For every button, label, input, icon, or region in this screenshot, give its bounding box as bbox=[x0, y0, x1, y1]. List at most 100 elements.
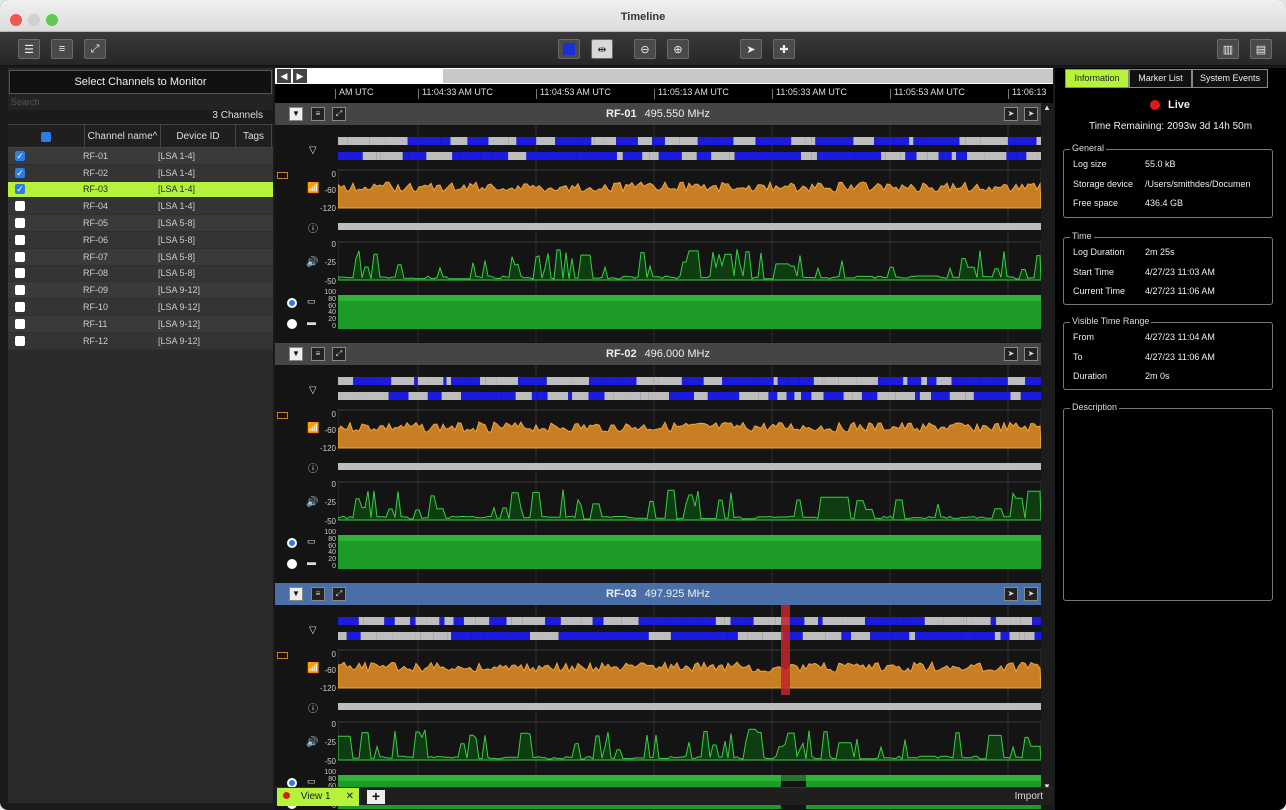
channel-header[interactable]: ▼ ≡ ⤢ RF-03 497.925 MHz ➤ ➤ bbox=[275, 583, 1041, 605]
rf-y-label: -60 bbox=[324, 426, 336, 435]
device-id: [LSA 1-4] bbox=[158, 167, 196, 178]
channel-checkbox[interactable] bbox=[15, 201, 25, 212]
info-key: From bbox=[1073, 332, 1094, 342]
layout-right-icon[interactable]: ▤ bbox=[1250, 39, 1272, 59]
carrier-segment bbox=[408, 152, 422, 160]
info-row: Duration 2m 0s bbox=[1073, 371, 1170, 381]
zoom-out-icon[interactable]: ⊖ bbox=[634, 39, 656, 59]
add-tab-button[interactable]: + bbox=[367, 789, 385, 804]
channel-list-icon[interactable]: ☰ bbox=[18, 39, 40, 59]
channel-row[interactable]: ✓ RF-03 [LSA 1-4] bbox=[8, 181, 273, 199]
channel-header[interactable]: ▼ ≡ ⤢ RF-02 496.000 MHz ➤ ➤ bbox=[275, 343, 1041, 365]
device-id: [LSA 1-4] bbox=[158, 150, 196, 161]
channel-checkbox[interactable] bbox=[15, 285, 25, 296]
tab-information[interactable]: Information bbox=[1065, 69, 1129, 88]
prev-marker-icon[interactable]: ➤ bbox=[1004, 347, 1018, 361]
fit-width-icon[interactable]: ⇹ bbox=[591, 39, 613, 59]
device-id: [LSA 5-8] bbox=[158, 268, 196, 279]
battery-radio-selected[interactable] bbox=[287, 298, 297, 308]
channel-checkbox[interactable] bbox=[15, 251, 25, 262]
channel-plot[interactable] bbox=[338, 365, 1041, 583]
scroll-thumb[interactable] bbox=[443, 69, 1053, 83]
channel-checkbox[interactable] bbox=[15, 218, 25, 229]
channel-row[interactable]: RF-06 [LSA 5-8] bbox=[8, 231, 273, 249]
layout-left-icon[interactable]: ▥ bbox=[1217, 39, 1239, 59]
channel-row[interactable]: RF-10 [LSA 9-12] bbox=[8, 299, 273, 316]
battery-radio[interactable] bbox=[287, 559, 297, 569]
channel-checkbox[interactable] bbox=[15, 335, 25, 346]
battery-radio-selected[interactable] bbox=[287, 538, 297, 548]
channel-checkbox[interactable] bbox=[15, 318, 25, 329]
carrier-segment bbox=[642, 152, 650, 160]
search-input[interactable]: Search bbox=[8, 94, 273, 110]
channel-checkbox[interactable]: ✓ bbox=[15, 167, 25, 178]
stop-icon[interactable] bbox=[558, 39, 580, 59]
scroll-up-icon[interactable]: ▲ bbox=[1041, 103, 1053, 112]
channel-row[interactable]: ✓ RF-02 [LSA 1-4] bbox=[8, 164, 273, 182]
vertical-scrollbar[interactable]: ▲ ▼ bbox=[1041, 103, 1053, 791]
info-row: To 4/27/23 11:06 AM bbox=[1073, 352, 1215, 362]
close-tab-icon[interactable]: ✕ bbox=[346, 788, 354, 805]
add-marker-icon[interactable]: ✚ bbox=[773, 39, 795, 59]
carrier-segment bbox=[445, 152, 453, 160]
column-channel-name[interactable]: Channel name^ bbox=[85, 125, 161, 147]
channel-checkbox[interactable] bbox=[15, 234, 25, 245]
carrier-segment bbox=[572, 377, 590, 385]
carrier-segment bbox=[1010, 617, 1021, 625]
channel-row[interactable]: RF-12 [LSA 9-12] bbox=[8, 332, 273, 350]
prev-marker-icon[interactable]: ➤ bbox=[1004, 587, 1018, 601]
description-group[interactable]: Description bbox=[1063, 402, 1273, 601]
carrier-segment bbox=[384, 617, 395, 625]
marker-cursor-icon[interactable]: ➤ bbox=[740, 39, 762, 59]
carrier-segment bbox=[489, 617, 507, 625]
channel-row[interactable]: RF-08 [LSA 5-8] bbox=[8, 265, 273, 283]
tab-marker-list[interactable]: Marker List bbox=[1129, 69, 1192, 88]
tab-view-1[interactable]: View 1 ✕ bbox=[277, 788, 359, 806]
channel-checkbox[interactable] bbox=[15, 302, 25, 313]
carrier-segment bbox=[1015, 137, 1037, 145]
tab-system-events[interactable]: System Events bbox=[1192, 69, 1268, 88]
filter-icon[interactable]: ▽ bbox=[309, 625, 317, 636]
select-all-checkbox[interactable] bbox=[8, 125, 85, 147]
channel-row[interactable]: ✓ RF-01 [LSA 1-4] bbox=[8, 148, 273, 165]
carrier-segment bbox=[914, 632, 931, 640]
channel-checkbox[interactable] bbox=[15, 268, 25, 279]
carrier-segment bbox=[896, 617, 903, 625]
scroll-left-icon[interactable]: ◀ bbox=[277, 69, 291, 83]
battery-radio[interactable] bbox=[287, 319, 297, 329]
scroll-right-icon[interactable]: ▶ bbox=[293, 69, 307, 83]
carrier-segment bbox=[913, 137, 926, 145]
carrier-segment bbox=[755, 137, 764, 145]
overview-scrollbar[interactable]: ◀ ▶ bbox=[275, 68, 1053, 84]
channel-plot[interactable] bbox=[338, 605, 1041, 810]
import-button[interactable]: Import bbox=[1015, 791, 1043, 802]
channel-row[interactable]: RF-09 [LSA 9-12] bbox=[8, 282, 273, 300]
channel-checkbox[interactable]: ✓ bbox=[15, 184, 25, 195]
expand-icon[interactable]: ⤢ bbox=[84, 39, 106, 59]
column-tags[interactable]: Tags bbox=[236, 125, 272, 147]
prev-marker-icon[interactable]: ➤ bbox=[1004, 107, 1018, 121]
channel-checkbox[interactable]: ✓ bbox=[15, 150, 25, 161]
channel-row[interactable]: RF-07 [LSA 5-8] bbox=[8, 248, 273, 266]
filter-icon[interactable]: ▽ bbox=[309, 145, 317, 156]
next-marker-icon[interactable]: ➤ bbox=[1024, 587, 1038, 601]
next-marker-icon[interactable]: ➤ bbox=[1024, 107, 1038, 121]
channel-row[interactable]: RF-11 [LSA 9-12] bbox=[8, 315, 273, 333]
carrier-segment bbox=[951, 152, 957, 160]
indent-list-icon[interactable]: ≡ bbox=[51, 39, 73, 59]
channel-name: RF-08 bbox=[83, 268, 109, 279]
channel-row[interactable]: RF-04 [LSA 1-4] bbox=[8, 198, 273, 216]
filter-icon[interactable]: ▽ bbox=[309, 385, 317, 396]
carrier-segment bbox=[909, 137, 914, 145]
channel-row[interactable]: RF-05 [LSA 5-8] bbox=[8, 215, 273, 232]
carrier-segment bbox=[908, 617, 912, 625]
carrier-segment bbox=[965, 392, 974, 400]
zoom-in-icon[interactable]: ⊕ bbox=[667, 39, 689, 59]
channel-panel-header[interactable]: Select Channels to Monitor bbox=[9, 70, 272, 94]
channel-list: ✓ RF-01 [LSA 1-4] ✓ RF-02 [LSA 1-4] ✓ RF-0… bbox=[8, 148, 273, 350]
channel-header[interactable]: ▼ ≡ ⤢ RF-01 495.550 MHz ➤ ➤ bbox=[275, 103, 1041, 125]
info-tabs: Information Marker List System Events bbox=[1065, 69, 1268, 88]
next-marker-icon[interactable]: ➤ bbox=[1024, 347, 1038, 361]
channel-plot[interactable] bbox=[338, 125, 1041, 343]
column-device-id[interactable]: Device ID bbox=[161, 125, 236, 147]
